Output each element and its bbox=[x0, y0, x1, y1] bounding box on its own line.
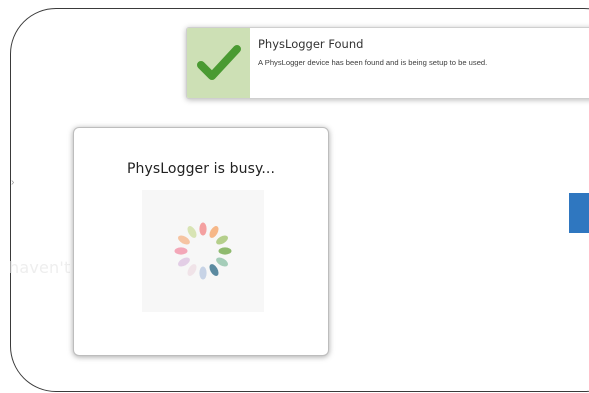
spinner-petal bbox=[209, 264, 219, 276]
spinner-petal bbox=[174, 247, 188, 255]
screen: › haven't added any workspace yet. PhysL… bbox=[0, 0, 589, 393]
spinner-petal bbox=[216, 235, 228, 245]
busy-dialog-title: PhysLogger is busy... bbox=[126, 161, 276, 177]
spinner-petal bbox=[218, 247, 232, 255]
toast-body: PhysLogger Found A PhysLogger device has… bbox=[250, 28, 544, 98]
side-panel-button[interactable] bbox=[569, 193, 589, 233]
spinner-tile bbox=[142, 190, 264, 312]
toast-icon-box bbox=[187, 28, 250, 98]
spinner-petal bbox=[216, 257, 228, 267]
spinner-petal bbox=[209, 226, 219, 238]
toast-title: PhysLogger Found bbox=[258, 37, 364, 51]
loading-spinner-icon bbox=[174, 222, 232, 280]
chevron-right-icon[interactable]: › bbox=[11, 178, 14, 188]
notification-toast[interactable]: PhysLogger Found A PhysLogger device has… bbox=[186, 27, 589, 99]
spinner-petal bbox=[178, 257, 190, 267]
spinner-petal bbox=[199, 222, 207, 236]
spinner-petal bbox=[187, 226, 197, 238]
spinner-petal bbox=[178, 235, 190, 245]
spinner-petal bbox=[187, 264, 197, 276]
toast-message: A PhysLogger device has been found and i… bbox=[258, 58, 488, 67]
checkmark-icon bbox=[196, 45, 241, 80]
spinner-petal bbox=[199, 266, 207, 280]
busy-dialog: PhysLogger is busy... bbox=[73, 127, 329, 356]
